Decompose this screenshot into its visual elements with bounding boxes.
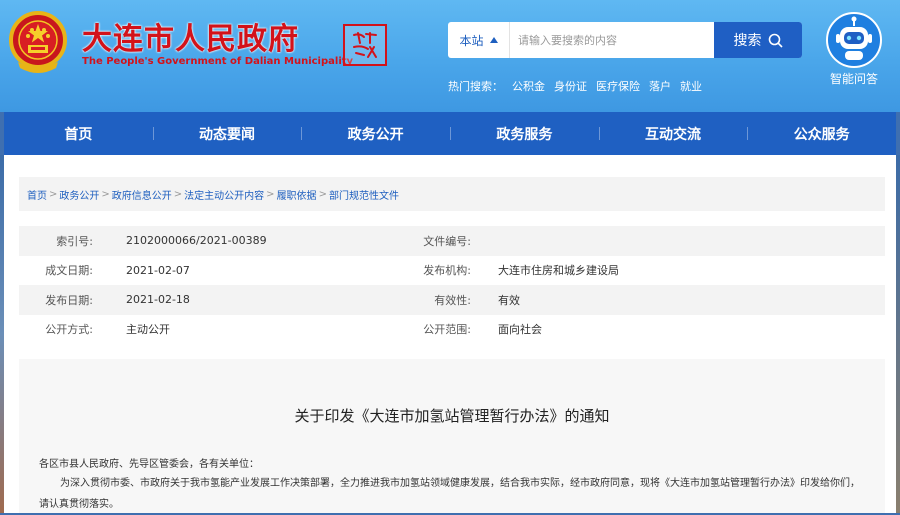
document-meta-table: 索引号: 2102000066/2021-00389 文件编号: 成文日期: 2…: [19, 226, 885, 344]
breadcrumb-separator: >: [266, 188, 275, 200]
meta-label: 发布机构:: [423, 264, 471, 278]
nav-item-interaction[interactable]: 互动交流: [598, 112, 748, 155]
hot-search: 热门搜索： 公积金 身份证 医疗保险 落户 就业: [448, 78, 702, 94]
meta-value: 有效: [498, 293, 520, 307]
background-edge: [896, 155, 900, 513]
meta-label: 公开方式:: [45, 323, 93, 337]
assistant-label[interactable]: 智能问答: [816, 70, 892, 87]
search-button-label: 搜索: [733, 33, 762, 49]
meta-row: 公开方式: 主动公开 公开范围: 面向社会: [19, 315, 885, 345]
content-area: 首页 > 政务公开 > 政府信息公开 > 法定主动公开内容 > 履职依据 > 部门规范性文…: [4, 155, 896, 513]
meta-label: 公开范围:: [423, 323, 471, 337]
nav-item-public-services[interactable]: 公众服务: [747, 112, 896, 155]
meta-label: 有效性:: [434, 293, 471, 307]
meta-label: 成文日期:: [45, 264, 93, 278]
hot-search-keyword[interactable]: 医疗保险: [596, 78, 640, 94]
hot-search-keyword[interactable]: 落户: [649, 78, 671, 94]
breadcrumb-item[interactable]: 政府信息公开: [112, 187, 172, 202]
calligraphy-seal-icon: [343, 24, 387, 66]
hot-search-label: 热门搜索：: [448, 80, 503, 93]
meta-row: 索引号: 2102000066/2021-00389 文件编号:: [19, 226, 885, 256]
nav-item-government-affairs[interactable]: 政务公开: [301, 112, 450, 155]
site-title-english: The People's Government of Dalian Munici…: [82, 56, 354, 67]
article-body: 为深入贯彻市委、市政府关于我市氢能产业发展工作决策部署，全力推进我市加氢站领域健…: [39, 478, 860, 510]
site-title: 大连市人民政府: [82, 22, 299, 57]
robot-icon[interactable]: [826, 12, 882, 68]
search-bar: 本站 搜索: [448, 22, 802, 58]
meta-value: 2021-02-18: [126, 293, 190, 307]
search-input[interactable]: [510, 22, 714, 58]
breadcrumb-item[interactable]: 首页: [27, 187, 47, 202]
national-emblem-icon: [9, 11, 67, 73]
article: 关于印发《大连市加氢站管理暂行办法》的通知 各区市县人民政府、先导区管委会，各有…: [19, 359, 885, 513]
meta-label: 文件编号:: [423, 234, 471, 248]
nav-item-services[interactable]: 政务服务: [450, 112, 599, 155]
search-scope-label: 本站: [459, 33, 484, 48]
meta-label: 发布日期:: [45, 293, 93, 307]
meta-value: 大连市住房和城乡建设局: [498, 264, 619, 278]
breadcrumb: 首页 > 政务公开 > 政府信息公开 > 法定主动公开内容 > 履职依据 > 部门规范性文…: [19, 177, 885, 211]
search-scope-select[interactable]: 本站: [448, 22, 510, 58]
meta-value: 2021-02-07: [126, 263, 190, 277]
breadcrumb-item[interactable]: 履职依据: [277, 187, 317, 202]
breadcrumb-item[interactable]: 法定主动公开内容: [184, 187, 264, 202]
meta-label: 索引号:: [56, 234, 93, 248]
breadcrumb-separator: >: [173, 188, 183, 200]
hot-search-keyword[interactable]: 公积金: [512, 78, 545, 94]
breadcrumb-separator: >: [49, 188, 58, 200]
meta-value: 2102000066/2021-00389: [126, 234, 267, 248]
breadcrumb-item[interactable]: 部门规范性文件: [329, 187, 399, 202]
document-title: 关于印发《大连市加氢站管理暂行办法》的通知: [294, 407, 610, 425]
nav-item-home[interactable]: 首页: [4, 112, 153, 155]
meta-value: 主动公开: [126, 323, 170, 337]
search-button[interactable]: 搜索: [714, 22, 802, 58]
meta-value: 面向社会: [498, 323, 542, 337]
hot-search-keyword[interactable]: 就业: [680, 78, 702, 94]
meta-row: 发布日期: 2021-02-18 有效性: 有效: [19, 285, 885, 315]
hot-search-keyword[interactable]: 身份证: [554, 78, 587, 94]
breadcrumb-item[interactable]: 政务公开: [59, 187, 99, 202]
breadcrumb-separator: >: [318, 188, 327, 200]
site-header: 大连市人民政府 The People's Government of Dalia…: [0, 0, 900, 112]
main-nav: 首页 动态要闻 政务公开 政务服务 互动交流 公众服务: [4, 112, 896, 155]
breadcrumb-separator: >: [101, 188, 110, 200]
article-salutation: 各区市县人民政府、先导区管委会，各有关单位：: [39, 459, 259, 470]
meta-row: 成文日期: 2021-02-07 发布机构: 大连市住房和城乡建设局: [19, 256, 885, 286]
search-icon: [768, 33, 783, 48]
nav-item-news[interactable]: 动态要闻: [152, 112, 302, 155]
caret-up-icon: [489, 37, 498, 43]
